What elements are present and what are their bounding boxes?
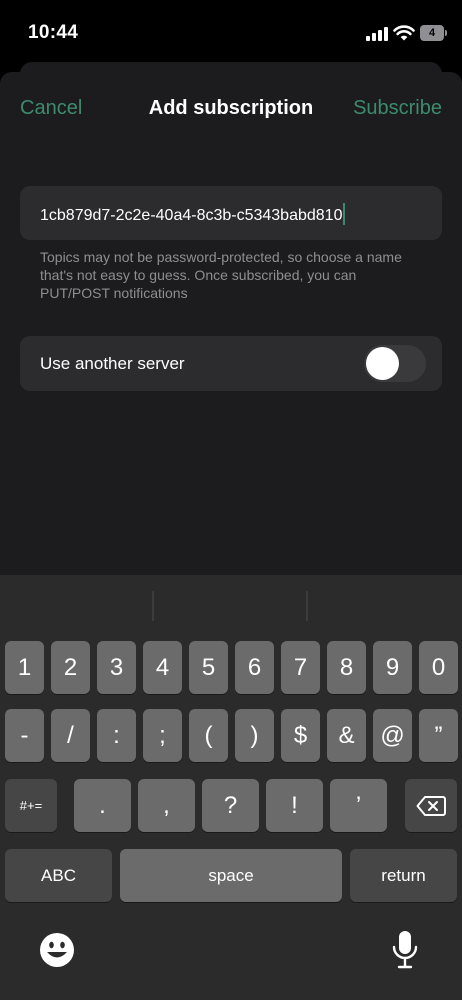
use-another-server-label: Use another server xyxy=(40,354,185,373)
key-ampersand[interactable]: & xyxy=(327,709,366,762)
subscribe-button[interactable]: Subscribe xyxy=(353,97,442,120)
topic-input[interactable]: 1cb879d7-2c2e-40a4-8c3b-c5343babd810 xyxy=(20,186,442,240)
key-question[interactable]: ? xyxy=(202,779,259,832)
use-another-server-toggle[interactable] xyxy=(364,345,426,382)
key-comma[interactable]: , xyxy=(138,779,195,832)
key-quote[interactable]: ” xyxy=(419,709,458,762)
return-key[interactable]: return xyxy=(350,849,457,902)
delete-icon xyxy=(416,795,446,816)
key-apostrophe[interactable]: ’ xyxy=(330,779,387,832)
status-time: 10:44 xyxy=(28,22,79,43)
key-semicolon[interactable]: ; xyxy=(143,709,182,762)
topic-hint: Topics may not be password-protected, so… xyxy=(40,249,402,301)
suggestion-divider xyxy=(152,591,154,621)
keyboard: 1 2 3 4 5 6 7 8 9 0 - / : ; ( ) $ & @ ” … xyxy=(0,575,462,1000)
toggle-knob xyxy=(366,347,399,380)
space-key[interactable]: space xyxy=(120,849,342,902)
key-8[interactable]: 8 xyxy=(327,641,366,694)
symbols-key[interactable]: #+= xyxy=(5,779,57,832)
key-open-paren[interactable]: ( xyxy=(189,709,228,762)
use-another-server-row: Use another server xyxy=(20,336,442,391)
topic-input-value: 1cb879d7-2c2e-40a4-8c3b-c5343babd810 xyxy=(40,207,343,224)
cancel-button[interactable]: Cancel xyxy=(20,97,82,120)
battery-level: 4 xyxy=(420,25,444,41)
abc-key[interactable]: ABC xyxy=(5,849,112,902)
key-exclamation[interactable]: ! xyxy=(266,779,323,832)
delete-key[interactable] xyxy=(405,779,457,832)
key-slash[interactable]: / xyxy=(51,709,90,762)
battery-icon: 4 xyxy=(420,25,448,41)
key-1[interactable]: 1 xyxy=(5,641,44,694)
emoji-icon[interactable] xyxy=(39,932,75,968)
key-colon[interactable]: : xyxy=(97,709,136,762)
status-bar: 10:44 4 xyxy=(0,0,462,62)
key-5[interactable]: 5 xyxy=(189,641,228,694)
key-period[interactable]: . xyxy=(74,779,131,832)
key-0[interactable]: 0 xyxy=(419,641,458,694)
text-cursor xyxy=(343,203,346,225)
key-7[interactable]: 7 xyxy=(281,641,320,694)
key-dollar[interactable]: $ xyxy=(281,709,320,762)
key-6[interactable]: 6 xyxy=(235,641,274,694)
key-hyphen[interactable]: - xyxy=(5,709,44,762)
key-9[interactable]: 9 xyxy=(373,641,412,694)
key-at[interactable]: @ xyxy=(373,709,412,762)
suggestion-divider xyxy=(306,591,308,621)
microphone-icon[interactable] xyxy=(392,930,418,970)
key-4[interactable]: 4 xyxy=(143,641,182,694)
wifi-icon xyxy=(393,25,415,41)
key-2[interactable]: 2 xyxy=(51,641,90,694)
key-close-paren[interactable]: ) xyxy=(235,709,274,762)
signal-icon xyxy=(366,27,388,41)
key-3[interactable]: 3 xyxy=(97,641,136,694)
